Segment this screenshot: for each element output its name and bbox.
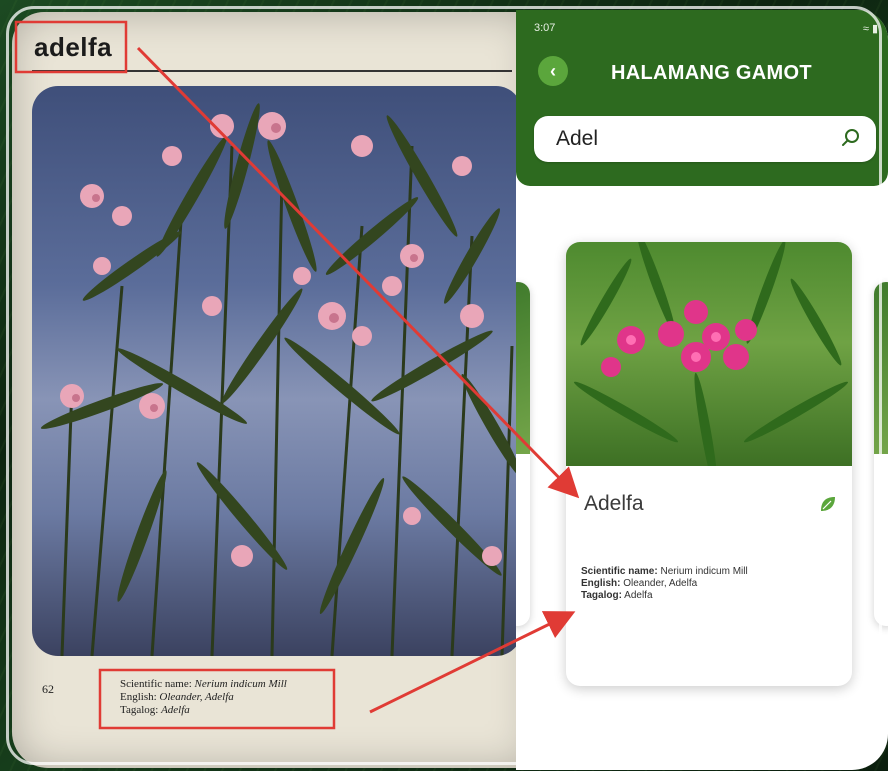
title-underline <box>32 70 512 72</box>
tagalog-value: Adelfa <box>624 590 653 601</box>
plant-image <box>566 242 852 492</box>
plant-details: Scientific name: Nerium indicum Mill Eng… <box>581 566 748 602</box>
back-button[interactable]: ‹ <box>538 56 568 86</box>
book-caption: Scientific name: Nerium indicum Mill Eng… <box>120 678 287 717</box>
english-value: Oleander, Adelfa <box>623 578 698 589</box>
status-icons: ≈ ▮ <box>863 22 878 35</box>
search-input[interactable] <box>554 126 818 152</box>
scientific-value: Nerium indicum Mill <box>660 566 748 577</box>
book-title: adelfa <box>34 32 113 62</box>
english-label: English: <box>581 578 621 589</box>
tagalog-value: Adelfa <box>161 704 190 716</box>
status-time: 3:07 <box>534 22 556 34</box>
wifi-icon: ≈ <box>862 23 869 35</box>
book-page: adelfa 62 Scientific name: Nerium indicu… <box>12 12 532 768</box>
scientific-label: Scientific name: <box>581 566 658 577</box>
oleander-photo <box>32 86 522 656</box>
oleander-illustration <box>40 103 522 656</box>
pink-oleander-photo <box>573 242 849 492</box>
next-card[interactable] <box>874 282 888 626</box>
app-title: HALAMANG GAMOT <box>611 62 812 84</box>
phone-screen: 3:07 ≈ ▮ ‹ HALAMANG GAMOT Adel Adelfa Sc… <box>516 10 888 770</box>
plant-card[interactable]: Adelfa Scientific name: Nerium indicum M… <box>566 242 852 686</box>
battery-icon: ▮ <box>871 23 878 35</box>
plant-name: Adelfa <box>584 492 644 515</box>
english-value: Oleander, Adelfa <box>159 691 234 703</box>
app-header: 3:07 ≈ ▮ ‹ HALAMANG GAMOT <box>516 10 888 186</box>
english-label: English: <box>120 691 157 703</box>
search-icon[interactable] <box>840 127 862 149</box>
tagalog-label: Tagalog: <box>581 590 622 601</box>
page-number: 62 <box>42 682 54 696</box>
leaf-icon[interactable] <box>818 494 838 514</box>
search-bar[interactable] <box>534 116 876 162</box>
tagalog-label: Tagalog: <box>120 704 159 716</box>
scientific-label: Scientific name: <box>120 678 192 690</box>
prev-card[interactable] <box>516 282 530 626</box>
scientific-value: Nerium indicum Mill <box>194 678 287 690</box>
back-icon: ‹ <box>550 60 556 81</box>
